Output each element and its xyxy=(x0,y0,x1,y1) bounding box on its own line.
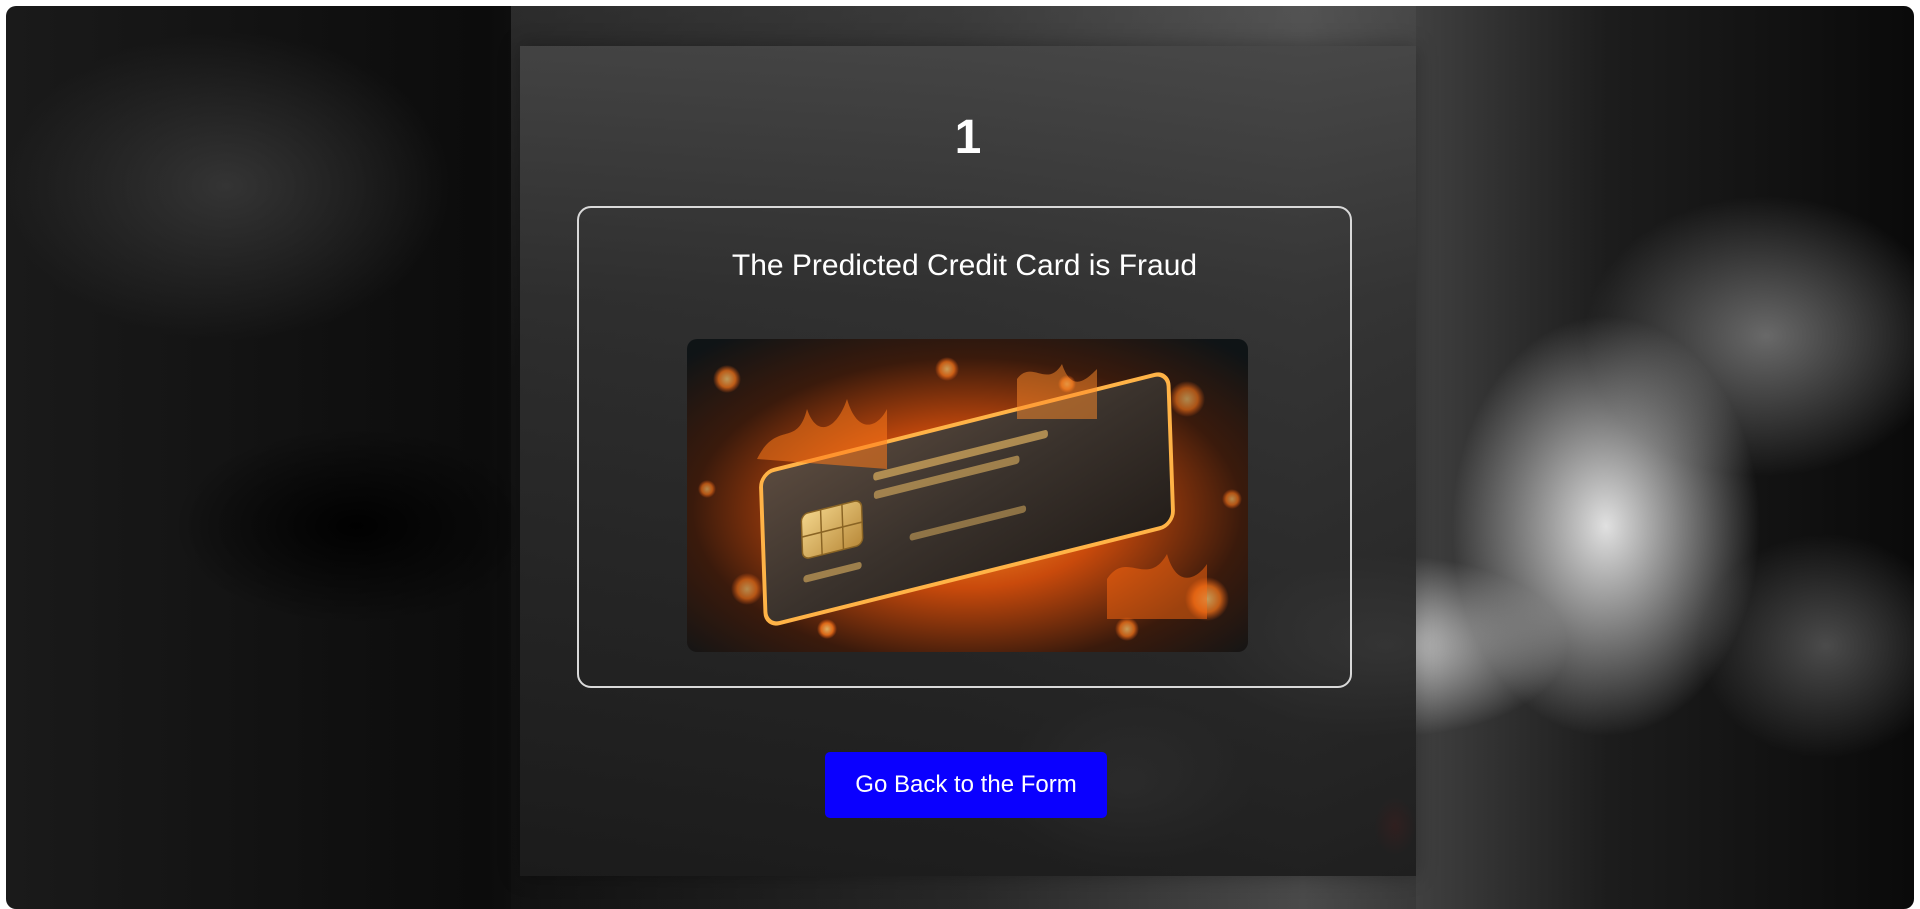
background: 1 The Predicted Credit Card is Fraud Go … xyxy=(6,6,1914,909)
prediction-value: 1 xyxy=(954,111,982,164)
burning-credit-card-image xyxy=(687,339,1248,652)
result-panel: 1 The Predicted Credit Card is Fraud Go … xyxy=(520,46,1416,876)
prediction-message: The Predicted Credit Card is Fraud xyxy=(731,249,1198,282)
result-box: The Predicted Credit Card is Fraud xyxy=(577,206,1352,688)
go-back-button[interactable]: Go Back to the Form xyxy=(825,752,1107,818)
